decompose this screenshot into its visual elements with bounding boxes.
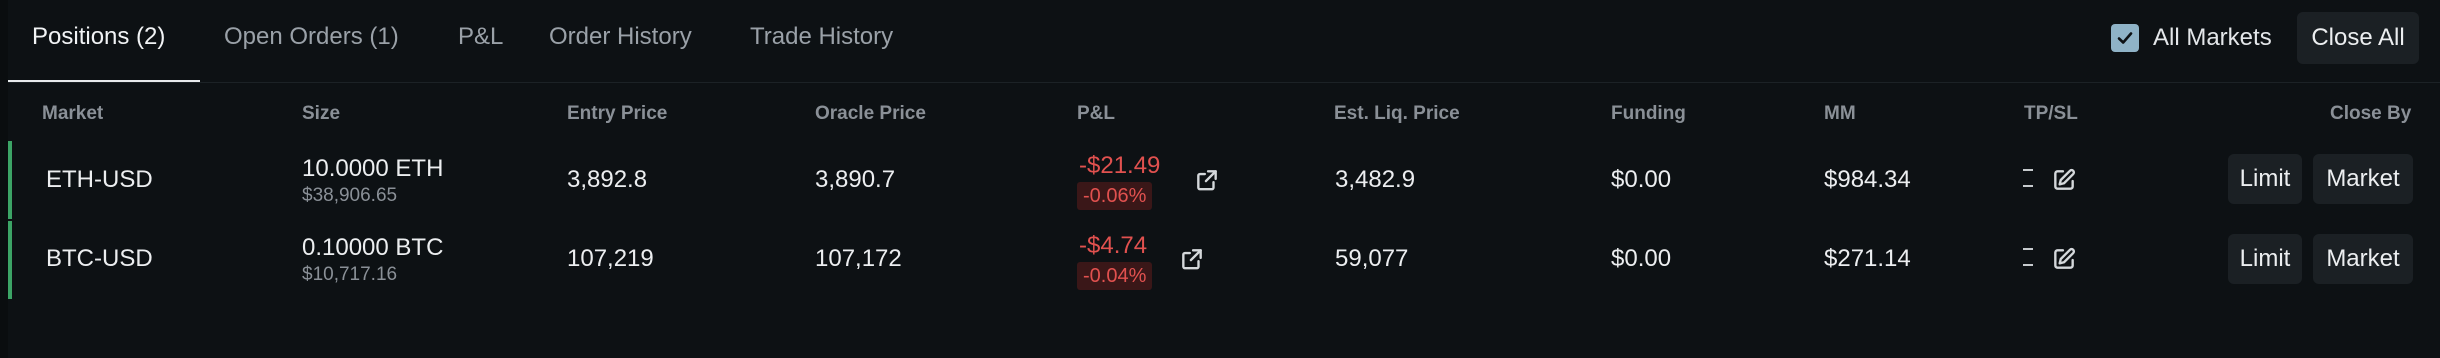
all-markets-checkbox[interactable] (2111, 24, 2139, 52)
external-link-icon[interactable] (1194, 167, 1220, 193)
header-entry-price: Entry Price (567, 103, 668, 124)
pnl-value: -$21.49 (1079, 152, 1161, 179)
pnl-value: -$4.74 (1079, 232, 1148, 259)
mm-value: $271.14 (1824, 245, 1911, 272)
position-indicator-bar (8, 141, 12, 219)
position-row-eth[interactable]: ETH-USD 10.0000 ETH $38,906.65 3,892.8 3… (8, 141, 2440, 219)
entry-price: 3,892.8 (567, 166, 648, 193)
tab-divider (8, 82, 2440, 83)
header-close-by: Close By (2330, 103, 2412, 124)
funding-value: $0.00 (1611, 245, 1672, 272)
close-limit-button[interactable]: Limit (2228, 234, 2302, 284)
header-funding: Funding (1611, 103, 1686, 124)
funding-value: $0.00 (1611, 166, 1672, 193)
check-icon (2117, 32, 2133, 44)
all-markets-label[interactable]: All Markets (2153, 22, 2272, 54)
tab-trade-history[interactable]: Trade History (750, 0, 893, 76)
position-indicator-bar (8, 221, 12, 299)
oracle-price: 107,172 (815, 245, 902, 272)
close-market-button[interactable]: Market (2313, 154, 2413, 204)
pnl-percent-badge: -0.04% (1077, 262, 1153, 290)
tab-pnl[interactable]: P&L (458, 0, 503, 76)
header-mm: MM (1824, 103, 1856, 124)
tpsl-value (2023, 245, 2033, 269)
tpsl-value (2023, 166, 2033, 190)
header-oracle-price: Oracle Price (815, 103, 926, 124)
position-size: 10.0000 ETH (302, 155, 444, 182)
edit-icon[interactable] (2051, 246, 2077, 272)
header-size: Size (302, 103, 341, 124)
close-all-button[interactable]: Close All (2297, 12, 2419, 64)
tab-bar: Positions (2) Open Orders (1) P&L Order … (8, 0, 2440, 82)
header-pnl: P&L (1077, 103, 1115, 124)
position-size-usd: $38,906.65 (302, 185, 398, 206)
pnl-percent-badge: -0.06% (1077, 182, 1153, 210)
mm-value: $984.34 (1824, 166, 1911, 193)
header-est-liq-price: Est. Liq. Price (1334, 103, 1460, 124)
close-market-button[interactable]: Market (2313, 234, 2413, 284)
market-name[interactable]: BTC-USD (46, 244, 153, 274)
external-link-icon[interactable] (1179, 246, 1205, 272)
header-tpsl: TP/SL (2024, 103, 2078, 124)
entry-price: 107,219 (567, 245, 654, 272)
position-size: 0.10000 BTC (302, 234, 444, 261)
tab-positions[interactable]: Positions (2) (32, 0, 165, 76)
tab-open-orders[interactable]: Open Orders (1) (224, 0, 399, 76)
market-name[interactable]: ETH-USD (46, 165, 153, 195)
close-limit-button[interactable]: Limit (2228, 154, 2302, 204)
tab-order-history[interactable]: Order History (549, 0, 692, 76)
est-liq-price: 59,077 (1335, 245, 1409, 272)
left-edge (0, 0, 8, 358)
position-size-usd: $10,717.16 (302, 264, 398, 285)
oracle-price: 3,890.7 (815, 166, 896, 193)
header-market: Market (42, 103, 104, 124)
edit-icon[interactable] (2051, 167, 2077, 193)
est-liq-price: 3,482.9 (1335, 166, 1416, 193)
position-row-btc[interactable]: BTC-USD 0.10000 BTC $10,717.16 107,219 1… (8, 221, 2440, 299)
